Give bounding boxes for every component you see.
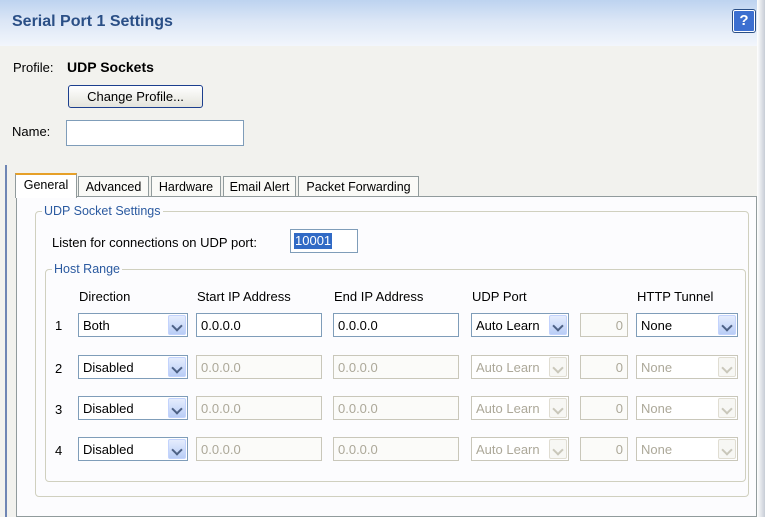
start-ip-input: 0.0.0.0 <box>196 396 322 420</box>
udp-port-number[interactable]: 0 <box>580 313 628 337</box>
udp-port-number: 0 <box>580 437 628 461</box>
direction-value: Disabled <box>83 360 134 375</box>
direction-value: Both <box>83 318 110 333</box>
direction-value: Disabled <box>83 442 134 457</box>
listen-port-value: 10001 <box>294 233 333 249</box>
end-ip-input: 0.0.0.0 <box>333 355 459 379</box>
name-input[interactable] <box>66 120 244 146</box>
direction-select[interactable]: Disabled <box>78 437 188 461</box>
chevron-down-icon[interactable] <box>549 315 567 335</box>
name-label: Name: <box>12 124 51 139</box>
tab-packet-forwarding[interactable]: Packet Forwarding <box>298 176 419 198</box>
http-tunnel-select: None <box>636 355 738 379</box>
end-ip-input: 0.0.0.0 <box>333 437 459 461</box>
http-tunnel-value: None <box>641 442 673 457</box>
title-bar: Serial Port 1 Settings <box>0 0 765 46</box>
tab-general[interactable]: General <box>15 173 77 198</box>
chevron-down-icon[interactable] <box>168 398 186 418</box>
row-number: 1 <box>55 318 63 333</box>
chevron-down-icon[interactable] <box>168 439 186 459</box>
start-ip-input[interactable]: 0.0.0.0 <box>196 313 322 337</box>
tab-advanced[interactable]: Advanced <box>78 176 149 198</box>
tab-hardware[interactable]: Hardware <box>151 176 221 198</box>
udp-port-value: Auto Learn <box>476 318 540 333</box>
column-end-ip: End IP Address <box>334 289 424 304</box>
start-ip-input: 0.0.0.0 <box>196 437 322 461</box>
udp-port-value: Auto Learn <box>476 360 540 375</box>
tab-email-alert[interactable]: Email Alert <box>223 176 296 198</box>
http-tunnel-value: None <box>641 360 673 375</box>
change-profile-button[interactable]: Change Profile... <box>68 85 203 108</box>
listen-port-input[interactable]: 10001 <box>290 229 358 253</box>
http-tunnel-select: None <box>636 396 738 420</box>
udp-port-select: Auto Learn <box>471 396 569 420</box>
help-icon[interactable]: ? <box>733 10 755 32</box>
udp-port-select: Auto Learn <box>471 355 569 379</box>
profile-label: Profile: <box>13 60 54 75</box>
udp-port-value: Auto Learn <box>476 401 540 416</box>
window-edge <box>757 0 765 517</box>
row-number: 4 <box>55 443 63 458</box>
http-tunnel-select[interactable]: None <box>636 313 738 337</box>
end-ip-input[interactable]: 0.0.0.0 <box>333 313 459 337</box>
direction-select[interactable]: Disabled <box>78 396 188 420</box>
udp-port-number: 0 <box>580 396 628 420</box>
chevron-down-icon[interactable] <box>718 315 736 335</box>
http-tunnel-value: None <box>641 401 673 416</box>
chevron-down-icon <box>718 439 736 459</box>
chevron-down-icon <box>718 357 736 377</box>
udp-port-value: Auto Learn <box>476 442 540 457</box>
listen-port-label: Listen for connections on UDP port: <box>52 235 257 250</box>
udp-socket-settings-legend: UDP Socket Settings <box>44 204 161 218</box>
row-number: 2 <box>55 361 63 376</box>
direction-select[interactable]: Both <box>78 313 188 337</box>
direction-value: Disabled <box>83 401 134 416</box>
host-range-legend: Host Range <box>54 262 121 276</box>
window-title: Serial Port 1 Settings <box>12 13 173 30</box>
profile-value: UDP Sockets <box>67 59 154 75</box>
chevron-down-icon <box>549 357 567 377</box>
window-left-border <box>5 165 7 517</box>
start-ip-input: 0.0.0.0 <box>196 355 322 379</box>
http-tunnel-select: None <box>636 437 738 461</box>
http-tunnel-value: None <box>641 318 673 333</box>
end-ip-input: 0.0.0.0 <box>333 396 459 420</box>
column-start-ip: Start IP Address <box>197 289 291 304</box>
column-http-tunnel: HTTP Tunnel <box>637 289 714 304</box>
direction-select[interactable]: Disabled <box>78 355 188 379</box>
column-udp-port: UDP Port <box>472 289 527 304</box>
udp-port-select: Auto Learn <box>471 437 569 461</box>
chevron-down-icon[interactable] <box>168 315 186 335</box>
chevron-down-icon <box>718 398 736 418</box>
row-number: 3 <box>55 402 63 417</box>
chevron-down-icon <box>549 398 567 418</box>
column-direction: Direction <box>79 289 131 304</box>
udp-port-select[interactable]: Auto Learn <box>471 313 569 337</box>
chevron-down-icon[interactable] <box>168 357 186 377</box>
udp-port-number: 0 <box>580 355 628 379</box>
chevron-down-icon <box>549 439 567 459</box>
